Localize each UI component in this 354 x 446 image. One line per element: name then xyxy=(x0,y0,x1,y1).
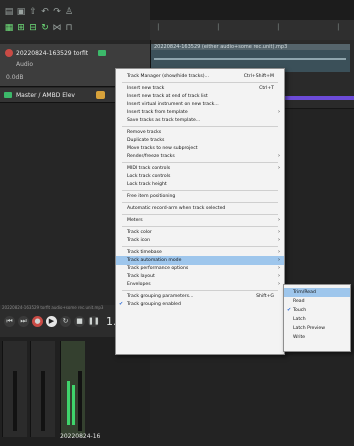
context-menu-item[interactable]: Save tracks as track template... xyxy=(116,116,284,125)
track-volume-value: 0.0dB xyxy=(6,74,24,81)
menu-item-label: Write xyxy=(293,335,306,340)
crossfade-icon[interactable]: ⋈ xyxy=(52,24,62,33)
ripple-icon[interactable]: ⊟ xyxy=(28,24,38,33)
ruler-tick: ▏ xyxy=(338,24,343,31)
track-button[interactable] xyxy=(4,92,12,98)
context-menu-item[interactable]: Meters › xyxy=(116,216,284,225)
pause-button[interactable]: ❚❚ xyxy=(88,316,100,327)
menu-item-label: Track icon xyxy=(127,238,151,243)
menu-item-label: Trim/Read xyxy=(293,290,316,295)
submenu-arrow-icon: › xyxy=(278,217,280,223)
menu-item-label: Save tracks as track template... xyxy=(127,118,201,123)
mixer-strip[interactable] xyxy=(30,341,55,437)
context-menu-item[interactable]: Envelopes › xyxy=(116,280,284,289)
submenu-arrow-icon: › xyxy=(278,281,280,287)
menu-item-label: Envelopes xyxy=(127,282,151,287)
ruler-tick: ▏ xyxy=(158,24,163,31)
waveform xyxy=(154,58,346,60)
media-item-label: 20220824-163529 (either audio+some rec.u… xyxy=(154,44,288,50)
redo-icon[interactable]: ↷ xyxy=(52,8,62,17)
record-arm-button[interactable] xyxy=(5,49,13,57)
submenu-arrow-icon: › xyxy=(278,237,280,243)
timeline-ruler[interactable]: ▏ ▏ ▏ ▏ xyxy=(150,20,354,41)
menu-separator xyxy=(122,202,278,203)
menu-item-label: Touch xyxy=(293,308,307,313)
loop-icon[interactable]: ↻ xyxy=(40,24,50,33)
level-meter xyxy=(67,381,70,425)
mixer-track-label: 20220824-16 xyxy=(60,433,101,440)
fader[interactable] xyxy=(13,371,17,431)
lock-icon[interactable]: ⊓ xyxy=(64,24,74,33)
checkmark-icon: ✔ xyxy=(119,301,124,307)
menu-item-label: Render/freeze tracks xyxy=(127,154,175,159)
menu-separator xyxy=(122,190,278,191)
menu-separator xyxy=(122,214,278,215)
upload-icon[interactable]: ⇧ xyxy=(28,8,38,17)
folder-icon[interactable]: ▤ xyxy=(4,8,14,17)
menu-separator xyxy=(122,126,278,127)
undo-icon[interactable]: ↶ xyxy=(40,8,50,17)
submenu-item[interactable]: Latch Preview xyxy=(284,324,350,333)
menu-item-label: Latch Preview xyxy=(293,326,325,331)
loop-button[interactable]: ↻ xyxy=(60,316,71,327)
submenu-item[interactable]: Read xyxy=(284,297,350,306)
checkmark-icon: ✔ xyxy=(287,307,292,313)
rewind-button[interactable]: ⏮ xyxy=(4,316,15,327)
submenu-item[interactable]: ✔ Touch xyxy=(284,306,350,315)
menu-item-label: Automatic record-arm when track selected xyxy=(127,206,226,211)
context-menu-item[interactable]: Track icon › xyxy=(116,236,284,245)
menu-item-label: Meters xyxy=(127,218,143,223)
track-context-menu: Track Manager (show/hide tracks)... Ctrl+… xyxy=(115,68,285,355)
track-button[interactable] xyxy=(98,50,106,56)
context-menu-item[interactable]: ✔ Track grouping enabled xyxy=(116,300,284,309)
envelope-line[interactable] xyxy=(280,96,354,100)
metronome-icon[interactable]: ♙ xyxy=(64,8,74,17)
menu-item-label: Lock track height xyxy=(127,182,167,187)
menu-separator xyxy=(122,246,278,247)
save-icon[interactable]: ▣ xyxy=(16,8,26,17)
automation-mode-submenu: Trim/Read Read ✔ Touch Latch Latch Preview Wri… xyxy=(283,284,351,352)
forward-button[interactable]: ⏭ xyxy=(18,316,29,327)
menu-item-label: Latch xyxy=(293,317,306,322)
submenu-item[interactable]: Write xyxy=(284,333,350,342)
stop-button[interactable]: ■ xyxy=(74,316,85,327)
mixer-strip-master[interactable] xyxy=(2,341,27,437)
record-button[interactable]: ● xyxy=(32,316,43,327)
fader[interactable] xyxy=(41,371,45,431)
menu-separator xyxy=(122,82,278,83)
context-menu-item[interactable]: Lock track height xyxy=(116,180,284,189)
menu-separator xyxy=(122,290,278,291)
track-name[interactable]: Master / AMBD Elev xyxy=(16,92,75,99)
context-menu-item[interactable]: Render/freeze tracks › xyxy=(116,152,284,161)
menu-separator xyxy=(122,162,278,163)
fx-button[interactable] xyxy=(96,91,105,99)
snap-icon[interactable]: ⊞ xyxy=(16,24,26,33)
context-menu-item[interactable]: Automatic record-arm when track selected xyxy=(116,204,284,213)
context-menu-item[interactable]: Free item positioning xyxy=(116,192,284,201)
transport-strip-text: 20220824-163529 torfit audio+some rec.un… xyxy=(2,305,104,310)
menu-item-label: Read xyxy=(293,299,305,304)
grid-icon[interactable]: ▦ xyxy=(4,24,14,33)
fader[interactable] xyxy=(78,371,82,431)
context-menu-item[interactable]: Track Manager (show/hide tracks)... Ctrl+… xyxy=(116,72,284,81)
submenu-item[interactable]: Trim/Read xyxy=(284,288,350,297)
mixer-strip-track-1[interactable] xyxy=(60,341,85,437)
menu-item-shortcut: Ctrl+Shift+M xyxy=(243,74,274,79)
ruler-tick: ▏ xyxy=(218,24,223,31)
submenu-arrow-icon: › xyxy=(278,153,280,159)
play-button[interactable]: ▶ xyxy=(46,316,57,327)
menu-item-label: Free item positioning xyxy=(127,194,176,199)
menu-item-label: Track Manager (show/hide tracks)... xyxy=(127,74,209,79)
level-meter xyxy=(72,385,75,425)
submenu-item[interactable]: Latch xyxy=(284,315,350,324)
track-sublabel: Audio xyxy=(16,61,34,68)
menu-item-label: Track grouping enabled xyxy=(127,302,181,307)
ruler-tick: ▏ xyxy=(278,24,283,31)
track-name[interactable]: 20220824-163529 torfit xyxy=(16,50,88,57)
main-toolbar: ▤ ▣ ⇧ ↶ ↷ ♙ ▦ ⊞ ⊟ ↻ ⋈ ⊓ xyxy=(0,0,150,41)
menu-separator xyxy=(122,226,278,227)
